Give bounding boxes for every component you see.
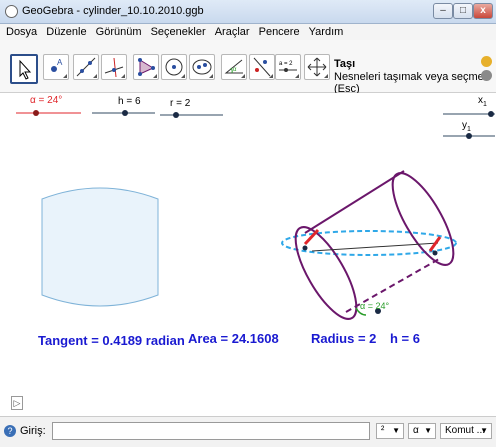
h-slider[interactable] (91, 109, 157, 117)
greek-dropdown[interactable]: α ▼ (408, 423, 436, 439)
alpha-slider-label: α = 24° (30, 95, 63, 106)
right-radius-segment (428, 236, 442, 252)
minimize-button[interactable]: – (433, 3, 453, 19)
window-title: GeoGebra - cylinder_10.10.2010.ggb (22, 5, 204, 17)
move-tool-button[interactable] (10, 54, 38, 84)
alpha-slider[interactable] (15, 109, 83, 117)
geogebra-app-icon (5, 5, 18, 18)
unrolled-surface[interactable] (38, 183, 166, 311)
maximize-button[interactable]: □ (453, 3, 473, 19)
move-graphics-tool-button[interactable] (304, 54, 330, 80)
tangent-text: Tangent = 0.4189 radian (38, 333, 185, 348)
dashed-ellipse (281, 230, 457, 256)
menu-secenekler[interactable]: Seçenekler (151, 24, 206, 40)
point-tool-button[interactable]: A (43, 54, 69, 80)
title-bar: GeoGebra - cylinder_10.10.2010.ggb – □ x (0, 0, 496, 24)
help-icon[interactable]: ? (4, 425, 16, 437)
command-dropdown[interactable]: Komut ... ▼ (440, 423, 492, 439)
menu-araclar[interactable]: Araçlar (215, 24, 250, 40)
svg-text:A: A (57, 58, 63, 67)
reflect-tool-button[interactable] (249, 54, 275, 80)
menu-bar: Dosya Düzenle Görünüm Seçenekler Araçlar… (0, 24, 496, 40)
menu-pencere[interactable]: Pencere (259, 24, 300, 40)
polygon-tool-button[interactable] (133, 54, 159, 80)
cylinder-top-line (304, 170, 405, 234)
graphics-view[interactable]: α = 24° h = 6 r = 2 x1 y1 α = 24° Tangen… (0, 93, 496, 390)
r-slider[interactable] (159, 111, 225, 119)
slider-tool-label: a = 2 (279, 61, 293, 67)
input-bar: ? Giriş: ² ▼ α ▼ Komut ... ▼ (0, 416, 496, 447)
h-slider-label: h = 6 (118, 96, 141, 107)
x1-slider[interactable] (442, 110, 496, 118)
conic-tool-button[interactable] (189, 54, 215, 80)
menu-duzenle[interactable]: Düzenle (46, 24, 86, 40)
undo-icon[interactable] (481, 56, 492, 67)
symbol-dropdown[interactable]: ² ▼ (376, 423, 404, 439)
redo-icon[interactable] (481, 70, 492, 81)
cursor-arrow-icon (19, 59, 32, 80)
menu-gorunum[interactable]: Görünüm (96, 24, 142, 40)
r-slider-label: r = 2 (170, 98, 191, 109)
area-text: Area = 24.1608 (188, 331, 279, 346)
slider-tool-button[interactable]: a = 2 (275, 54, 301, 80)
x1-slider-label: x1 (478, 95, 487, 108)
radius-text: Radius = 2 (311, 331, 377, 346)
input-field[interactable] (52, 422, 370, 440)
active-tool-title: Taşı (334, 58, 356, 70)
line-tool-button[interactable] (73, 54, 99, 80)
algebra-view-toggle[interactable]: ▷ (11, 396, 23, 410)
active-tool-description: Nesneleri taşımak veya seçmek (Esc) (334, 71, 490, 95)
angle-tool-button[interactable]: α (221, 54, 247, 80)
close-button[interactable]: x (473, 3, 493, 19)
circle-tool-button[interactable] (161, 54, 187, 80)
cylinder-right-end (391, 172, 455, 266)
angle-label: α = 24° (360, 301, 389, 311)
svg-text:α: α (233, 67, 237, 73)
menu-yardim[interactable]: Yardım (309, 24, 344, 40)
input-label: Giriş: (20, 425, 46, 437)
cylinder-figure[interactable]: α = 24° (278, 131, 478, 335)
height-text: h = 6 (390, 331, 420, 346)
menu-dosya[interactable]: Dosya (6, 24, 37, 40)
perpendicular-line-tool-button[interactable] (101, 54, 127, 80)
cylinder-left-end (294, 226, 358, 320)
